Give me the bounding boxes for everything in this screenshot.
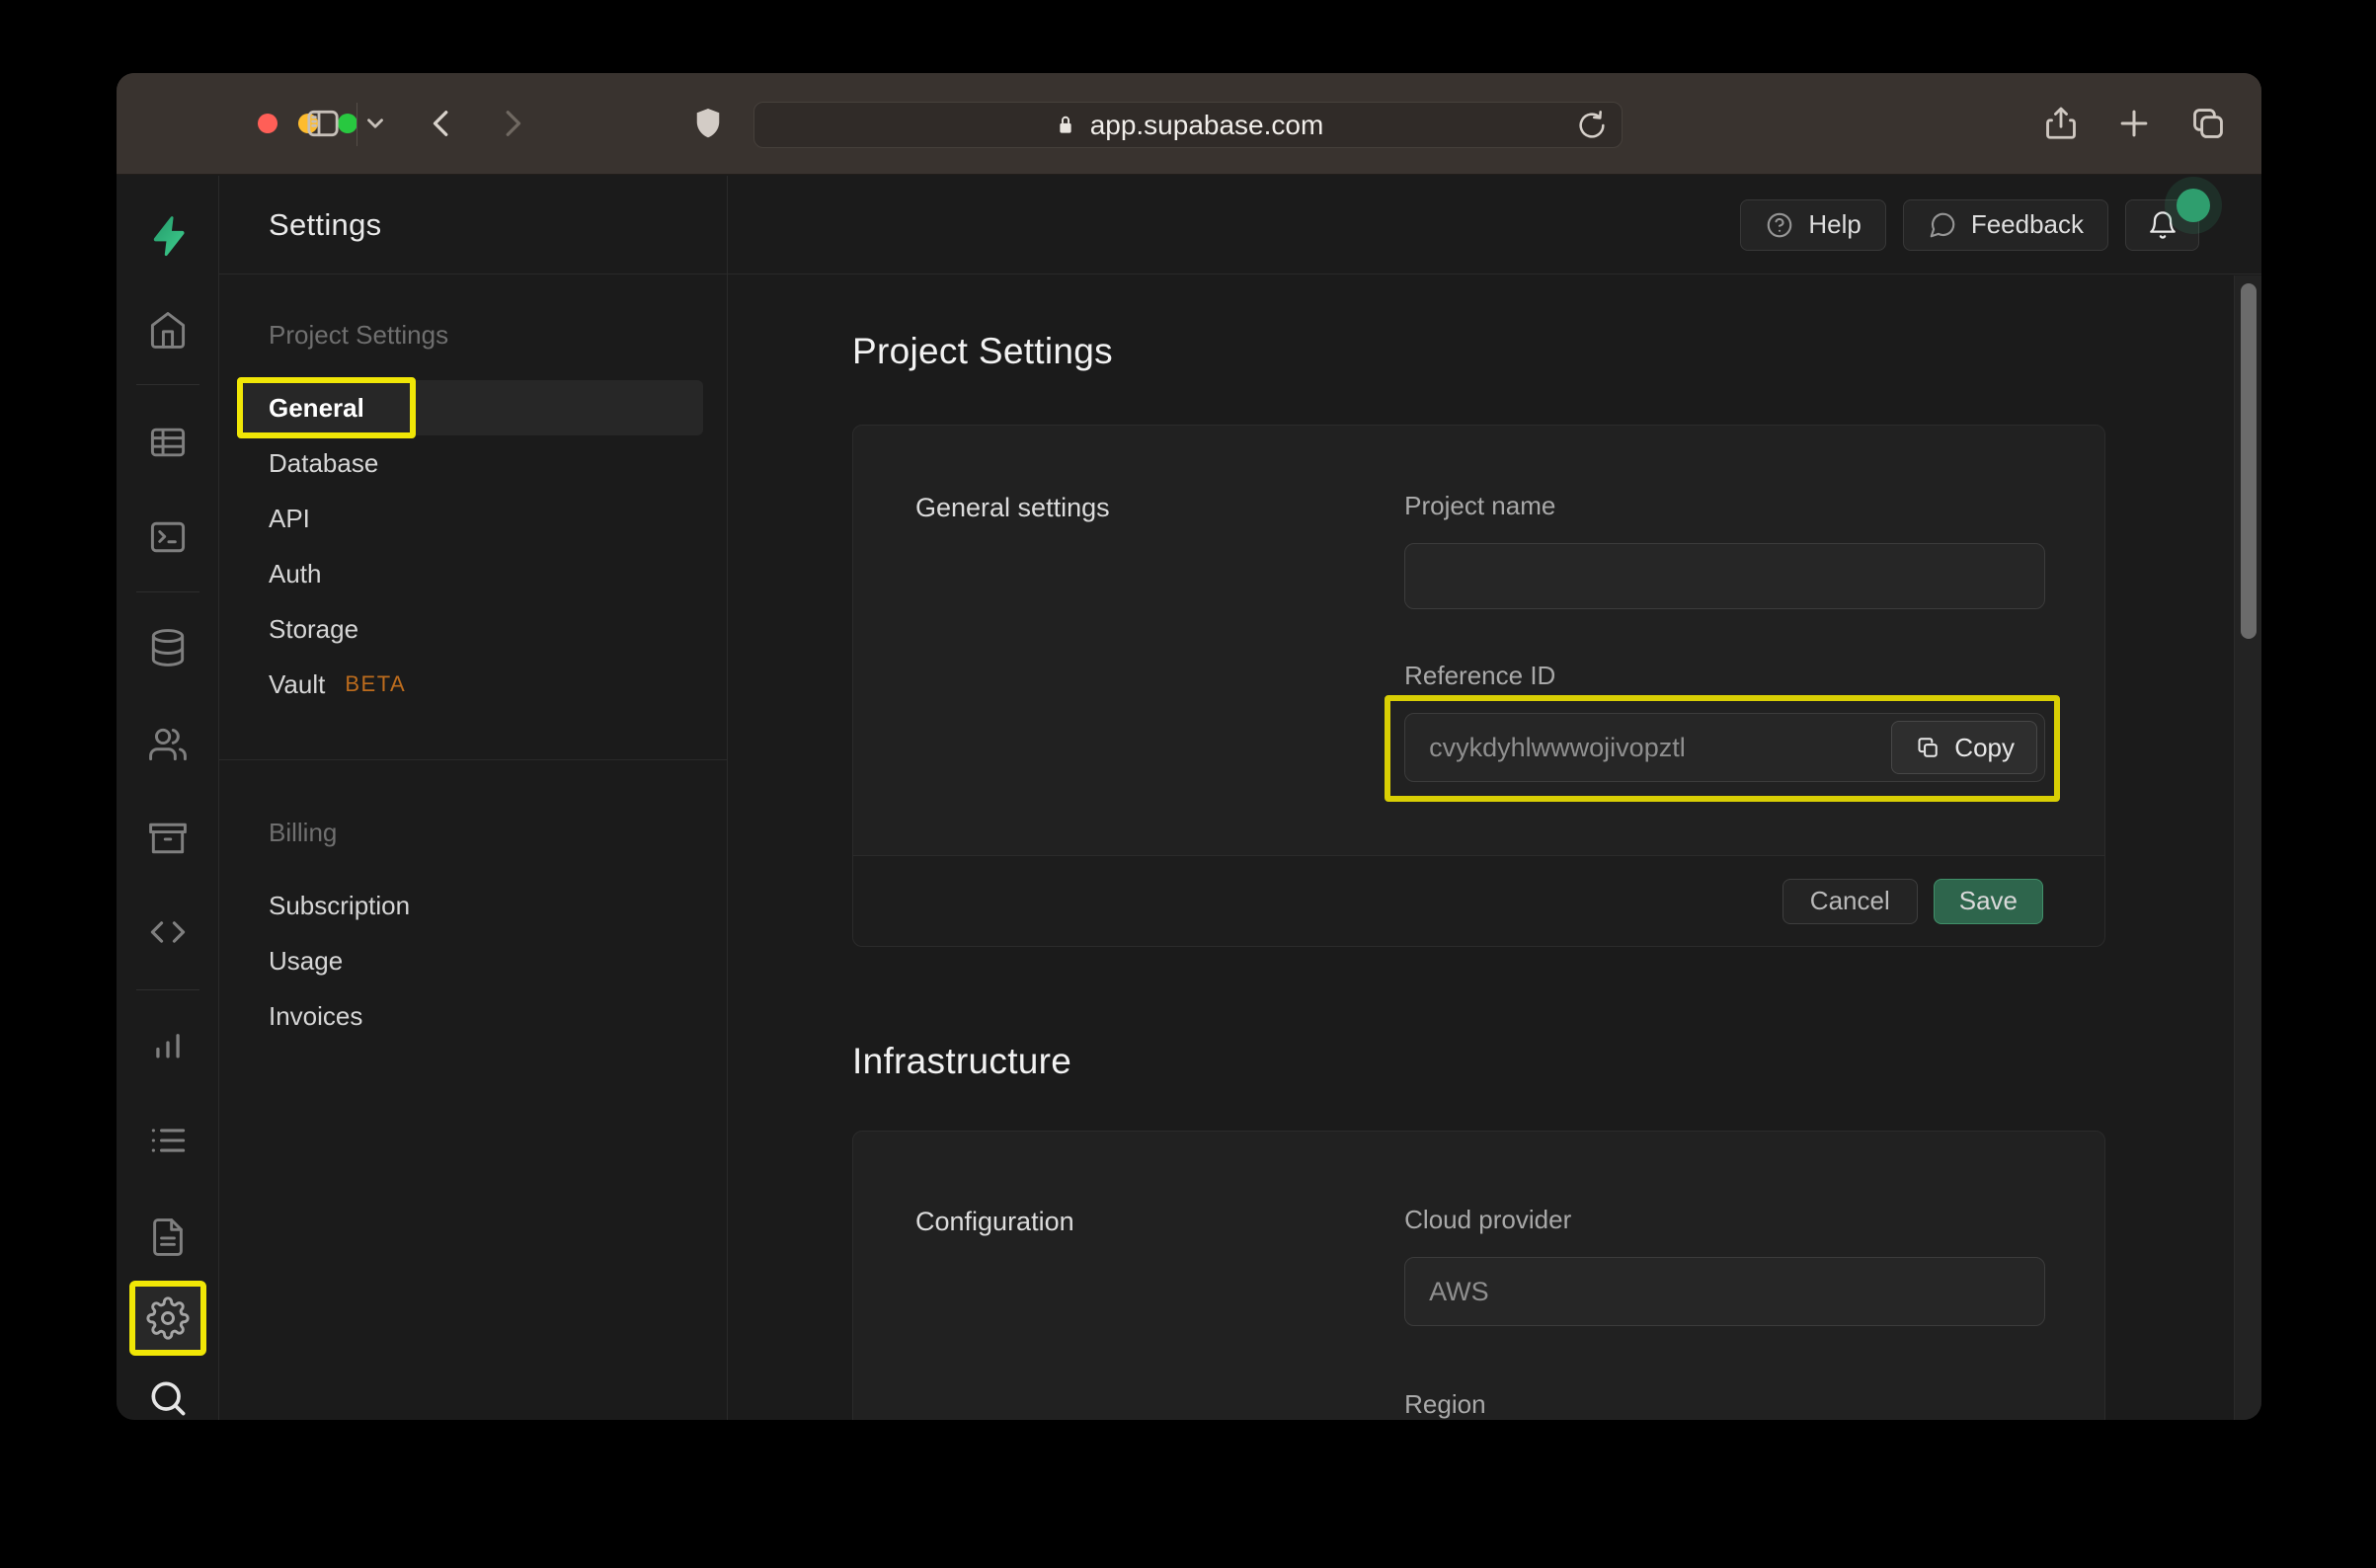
settings-gear-icon[interactable] [145, 1296, 190, 1340]
sidebar-item-auth[interactable]: Auth [243, 546, 703, 601]
project-name-label: Project name [1404, 491, 1556, 520]
save-button[interactable]: Save [1933, 878, 2043, 924]
copy-button[interactable]: Copy [1891, 721, 2037, 774]
reload-icon[interactable] [1572, 106, 1612, 145]
general-settings-card: General settings Project name Reference … [852, 425, 2105, 947]
page-title: Project Settings [852, 331, 1113, 371]
rail-divider [135, 590, 199, 592]
infrastructure-title: Infrastructure [852, 1041, 1072, 1081]
share-icon[interactable] [2039, 102, 2083, 145]
configuration-label: Configuration [915, 1207, 1074, 1236]
scrollbar-track[interactable] [2234, 275, 2261, 1420]
database-icon[interactable] [146, 626, 190, 669]
copy-icon [1914, 734, 1941, 761]
privacy-shield-icon[interactable] [686, 102, 730, 145]
url-text: app.supabase.com [1089, 109, 1324, 140]
notifications-button[interactable] [2125, 188, 2210, 251]
settings-scroll-area: Project Settings General settings Projec… [728, 275, 2234, 1420]
browser-toolbar: app.supabase.com [117, 73, 2261, 175]
notification-dot [2177, 188, 2210, 222]
sidebar-item-vault[interactable]: Vault BETA [243, 657, 703, 712]
home-icon[interactable] [146, 308, 190, 352]
bell-icon [2147, 209, 2178, 241]
address-bar[interactable]: app.supabase.com [753, 102, 1623, 148]
supabase-logo[interactable] [145, 213, 191, 259]
logs-icon[interactable] [146, 1119, 190, 1162]
speech-bubble-icon [1928, 210, 1957, 240]
sidebar-item-database[interactable]: Database [243, 435, 703, 491]
sidebar-item-subscription[interactable]: Subscription [243, 878, 703, 933]
sidebar-section-divider [219, 759, 727, 760]
tab-overview-icon[interactable] [2186, 102, 2230, 145]
cloud-provider-value: AWS [1404, 1257, 2045, 1326]
sidebar-item-invoices[interactable]: Invoices [243, 988, 703, 1044]
sidebar-item-general[interactable]: General [237, 377, 703, 438]
sidebar-title: Settings [269, 206, 382, 242]
help-button[interactable]: Help [1740, 198, 1886, 251]
lock-icon [1053, 113, 1078, 138]
scrollbar-thumb[interactable] [2241, 283, 2257, 639]
configuration-card: Configuration Cloud provider AWS Region [852, 1131, 2105, 1420]
back-button[interactable] [421, 102, 464, 145]
content-header: Help Feedback [728, 176, 2261, 274]
section-heading-project-settings: Project Settings [269, 320, 449, 350]
help-circle-icon [1765, 210, 1794, 240]
settings-rail-highlight [128, 1281, 206, 1356]
settings-sidebar: Settings Project Settings General Databa… [219, 176, 728, 1420]
reports-icon[interactable] [146, 1022, 190, 1065]
supabase-app: Settings Project Settings General Databa… [117, 176, 2261, 1420]
sidebar-toggle-icon[interactable] [301, 102, 345, 145]
new-tab-icon[interactable] [2112, 102, 2156, 145]
cancel-button[interactable]: Cancel [1782, 878, 1918, 924]
beta-badge: BETA [345, 671, 407, 696]
table-editor-icon[interactable] [146, 421, 190, 464]
general-settings-label: General settings [915, 493, 1110, 522]
forward-button[interactable] [490, 102, 533, 145]
section-heading-billing: Billing [269, 818, 338, 847]
region-label: Region [1404, 1389, 1486, 1419]
nav-rail [117, 176, 219, 1420]
sidebar-item-api[interactable]: API [243, 491, 703, 546]
project-name-input[interactable] [1404, 543, 2045, 609]
close-window-button[interactable] [258, 114, 277, 133]
search-icon[interactable] [146, 1376, 190, 1420]
sidebar-item-storage[interactable]: Storage [243, 601, 703, 657]
chevron-down-icon[interactable] [354, 102, 397, 145]
sidebar-header: Settings [219, 176, 727, 274]
docs-icon[interactable] [146, 1215, 190, 1259]
rail-divider [135, 988, 199, 990]
storage-icon[interactable] [146, 817, 190, 860]
general-card-footer: Cancel Save [853, 855, 2104, 946]
api-code-icon[interactable] [146, 910, 190, 954]
sql-editor-icon[interactable] [146, 515, 190, 559]
rail-divider [135, 384, 199, 385]
cloud-provider-label: Cloud provider [1404, 1205, 1572, 1234]
reference-id-label: Reference ID [1404, 661, 1556, 690]
feedback-button[interactable]: Feedback [1902, 198, 2108, 251]
auth-users-icon[interactable] [146, 723, 190, 766]
browser-window: app.supabase.com Settings Project Settin… [117, 73, 2261, 1420]
sidebar-item-usage[interactable]: Usage [243, 933, 703, 988]
main-content: Help Feedback Project Settings General s… [728, 176, 2261, 1420]
